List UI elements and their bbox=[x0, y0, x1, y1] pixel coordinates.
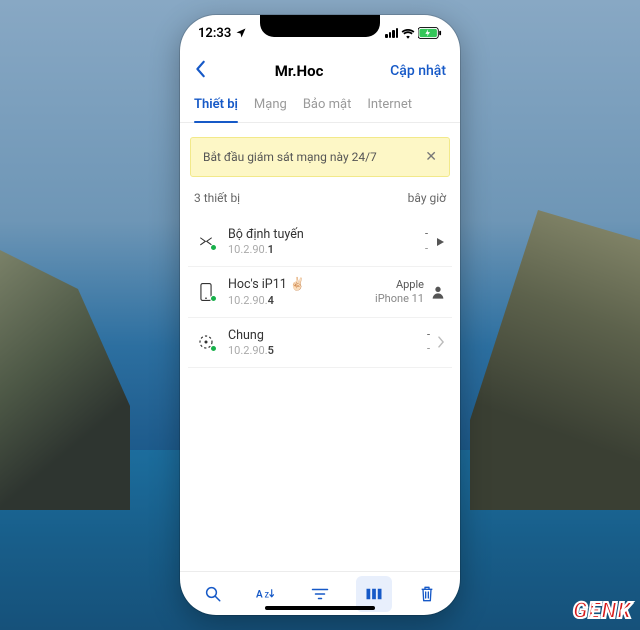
banner-close-button[interactable]: ✕ bbox=[425, 150, 437, 164]
filter-icon bbox=[311, 587, 329, 601]
sort-az-icon: AZ bbox=[256, 586, 276, 602]
search-icon bbox=[204, 585, 222, 603]
device-name: Bộ định tuyến bbox=[228, 227, 425, 243]
location-icon bbox=[235, 27, 247, 39]
delete-button[interactable] bbox=[409, 576, 445, 612]
device-meta: - - bbox=[425, 227, 434, 256]
generic-device-icon bbox=[194, 333, 218, 351]
device-list: Bộ định tuyến 10.2.90.1 - - Hoc's iP11 ✌… bbox=[180, 215, 460, 368]
device-row[interactable]: Bộ định tuyến 10.2.90.1 - - bbox=[188, 217, 452, 267]
back-button[interactable] bbox=[194, 60, 208, 82]
device-row[interactable]: Hoc's iP11 ✌🏻 10.2.90.4 Apple iPhone 11 bbox=[188, 267, 452, 317]
summary-row: 3 thiết bị bây giờ bbox=[180, 189, 460, 215]
tab-devices[interactable]: Thiết bị bbox=[194, 97, 238, 122]
search-button[interactable] bbox=[195, 576, 231, 612]
tab-internet[interactable]: Internet bbox=[367, 97, 412, 122]
battery-icon bbox=[418, 27, 442, 39]
status-time: 12:33 bbox=[198, 26, 231, 41]
cellular-icon bbox=[385, 28, 398, 38]
device-count: 3 thiết bị bbox=[194, 191, 240, 205]
columns-icon bbox=[365, 587, 383, 601]
play-icon[interactable] bbox=[434, 236, 446, 248]
svg-text:A: A bbox=[256, 589, 263, 600]
tab-bar: Thiết bị Mạng Bảo mật Internet bbox=[180, 91, 460, 123]
chevron-right-icon[interactable] bbox=[436, 335, 446, 349]
device-name: Hoc's iP11 ✌🏻 bbox=[228, 277, 375, 293]
tab-network[interactable]: Mạng bbox=[254, 97, 287, 122]
phone-frame: 12:33 Mr.Hoc Cập nhật Thiết bị Mạng Bảo … bbox=[180, 15, 460, 615]
watermark: GENK bbox=[573, 599, 632, 624]
router-icon bbox=[194, 234, 218, 250]
device-ip: 10.2.90.1 bbox=[228, 243, 425, 256]
banner-text: Bắt đầu giám sát mạng này 24/7 bbox=[203, 150, 377, 164]
page-title: Mr.Hoc bbox=[275, 62, 324, 80]
phone-icon bbox=[194, 283, 218, 301]
notch bbox=[260, 15, 380, 37]
update-button[interactable]: Cập nhật bbox=[390, 63, 446, 79]
monitoring-banner[interactable]: Bắt đầu giám sát mạng này 24/7 ✕ bbox=[190, 137, 450, 177]
device-meta: Apple iPhone 11 bbox=[375, 278, 430, 307]
device-ip: 10.2.90.4 bbox=[228, 294, 375, 307]
device-meta: - - bbox=[427, 328, 436, 357]
device-row[interactable]: Chung 10.2.90.5 - - bbox=[188, 318, 452, 368]
svg-text:Z: Z bbox=[265, 590, 270, 599]
user-icon[interactable] bbox=[430, 284, 446, 300]
device-name: Chung bbox=[228, 328, 427, 344]
home-indicator[interactable] bbox=[265, 606, 375, 610]
device-ip: 10.2.90.5 bbox=[228, 344, 427, 357]
trash-icon bbox=[419, 585, 435, 603]
nav-header: Mr.Hoc Cập nhật bbox=[180, 51, 460, 91]
summary-time: bây giờ bbox=[408, 191, 446, 205]
wifi-icon bbox=[401, 28, 415, 39]
tab-security[interactable]: Bảo mật bbox=[303, 97, 352, 122]
